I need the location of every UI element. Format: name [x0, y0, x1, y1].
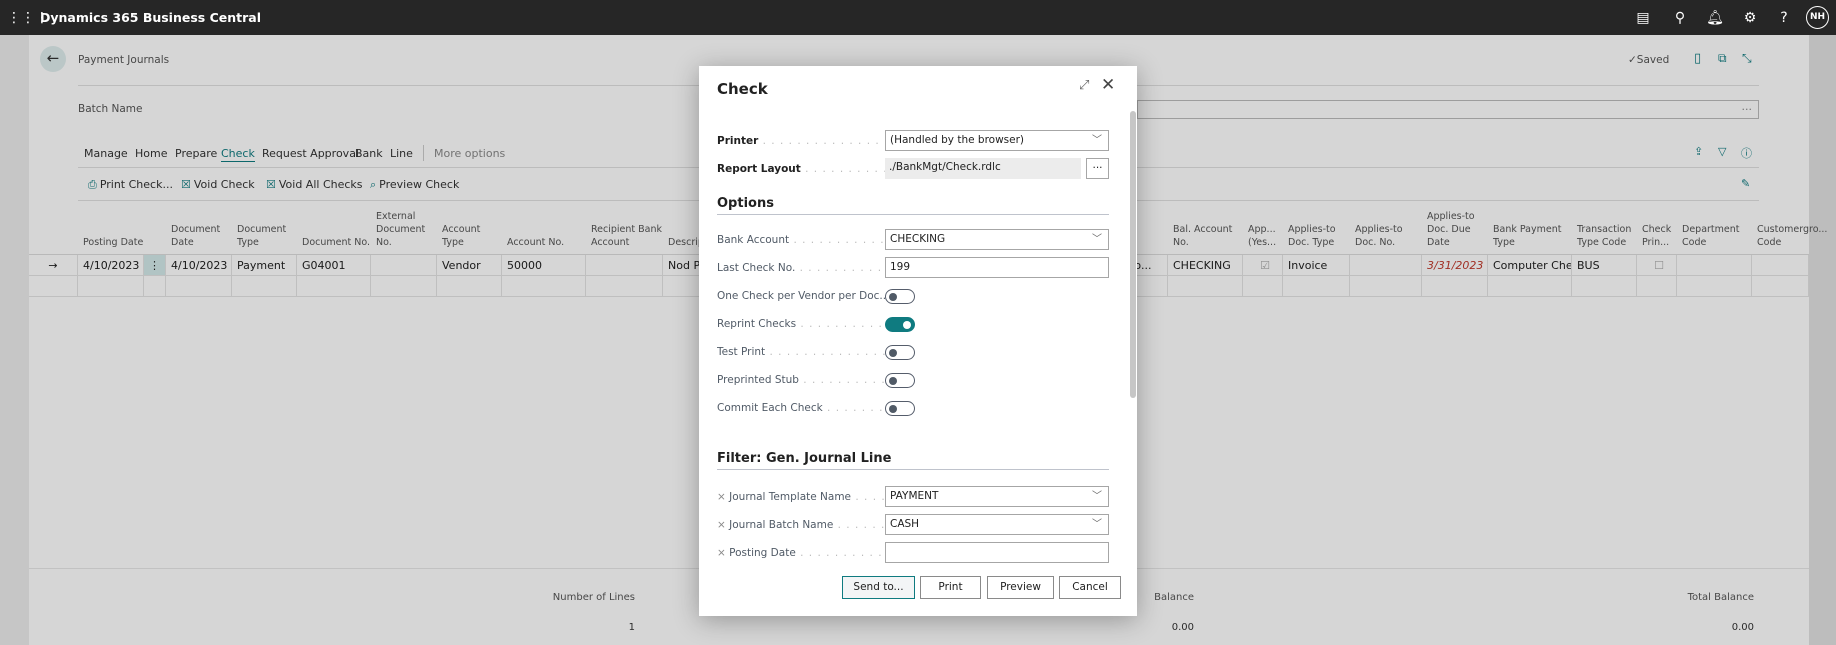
- filter-label: × Posting Date: [717, 547, 885, 559]
- printer-select[interactable]: (Handled by the browser) ﹀: [885, 130, 1109, 151]
- filter-value: CASH: [890, 518, 920, 530]
- bank-account-select[interactable]: CHECKING ﹀: [885, 229, 1109, 250]
- app-title: Dynamics 365 Business Central: [40, 10, 261, 25]
- expand-icon[interactable]: ⤢: [1079, 78, 1089, 93]
- bank-account-value: CHECKING: [890, 233, 946, 245]
- cancel-button[interactable]: Cancel: [1059, 576, 1121, 599]
- remove-filter-icon[interactable]: ×: [717, 491, 729, 503]
- last-check-no-input[interactable]: 199: [885, 257, 1109, 278]
- help-icon[interactable]: ?: [1774, 8, 1794, 28]
- filter-input[interactable]: CASH ﹀: [885, 514, 1109, 535]
- filter-value: PAYMENT: [890, 490, 939, 502]
- printer-value: (Handled by the browser): [890, 134, 1025, 146]
- avatar[interactable]: NH: [1806, 6, 1829, 29]
- check-report-dialog: Check ⤢ ✕ Printer (Handled by the browse…: [699, 66, 1137, 616]
- report-layout-field: ./BankMgt/Check.rdlc: [885, 158, 1081, 179]
- document-icon[interactable]: ▤: [1633, 8, 1653, 28]
- close-icon[interactable]: ✕: [1101, 75, 1115, 95]
- preview-button[interactable]: Preview: [987, 576, 1054, 599]
- toggle-switch[interactable]: [885, 289, 915, 304]
- top-bar: ⋮⋮⋮ Dynamics 365 Business Central ▤ ⚲ 🔔︎…: [0, 0, 1836, 35]
- filter-input[interactable]: PAYMENT ﹀: [885, 486, 1109, 507]
- chevron-down-icon: ﹀: [1092, 234, 1102, 245]
- filter-input[interactable]: [885, 542, 1109, 563]
- toggle-label: Test Print: [717, 346, 885, 358]
- toggle-switch[interactable]: [885, 401, 915, 416]
- remove-filter-icon[interactable]: ×: [717, 547, 729, 559]
- dialog-title: Check: [717, 80, 768, 98]
- filter-label: × Journal Template Name: [717, 491, 885, 503]
- filter-label: × Journal Batch Name: [717, 519, 885, 531]
- send-to-button[interactable]: Send to...: [842, 576, 915, 599]
- remove-filter-icon[interactable]: ×: [717, 519, 729, 531]
- printer-label: Printer: [717, 135, 759, 147]
- toggle-label: Reprint Checks: [717, 318, 885, 330]
- toggle-label: One Check per Vendor per Doc...: [717, 290, 885, 302]
- bell-icon[interactable]: 🔔︎: [1705, 8, 1725, 28]
- filter-label-text: Posting Date: [729, 547, 796, 559]
- chevron-down-icon: ﹀: [1092, 491, 1102, 502]
- bank-account-label: Bank Account: [717, 234, 885, 246]
- filter-section-title: Filter: Gen. Journal Line: [717, 451, 1109, 470]
- toggle-label: Commit Each Check: [717, 402, 885, 414]
- toggle-label: Preprinted Stub: [717, 374, 885, 386]
- app-launcher-icon[interactable]: ⋮⋮⋮: [7, 8, 49, 28]
- search-icon[interactable]: ⚲: [1670, 8, 1690, 28]
- dialog-content: Printer (Handled by the browser) ﹀ Report…: [699, 110, 1137, 564]
- toggle-switch[interactable]: [885, 345, 915, 360]
- chevron-down-icon: ﹀: [1092, 519, 1102, 530]
- dialog-scrollbar[interactable]: [1130, 111, 1136, 398]
- gear-icon[interactable]: ⚙: [1740, 8, 1760, 28]
- report-layout-lookup-button[interactable]: ···: [1086, 158, 1109, 179]
- options-section-title: Options: [717, 196, 1109, 215]
- toggle-switch[interactable]: [885, 373, 915, 388]
- chevron-down-icon: ﹀: [1092, 135, 1102, 146]
- print-button[interactable]: Print: [920, 576, 981, 599]
- last-check-no-label: Last Check No.: [717, 262, 885, 274]
- report-layout-label: Report Layout: [717, 163, 801, 175]
- toggle-switch[interactable]: [885, 317, 915, 332]
- filter-label-text: Journal Template Name: [729, 491, 852, 503]
- filter-label-text: Journal Batch Name: [729, 519, 834, 531]
